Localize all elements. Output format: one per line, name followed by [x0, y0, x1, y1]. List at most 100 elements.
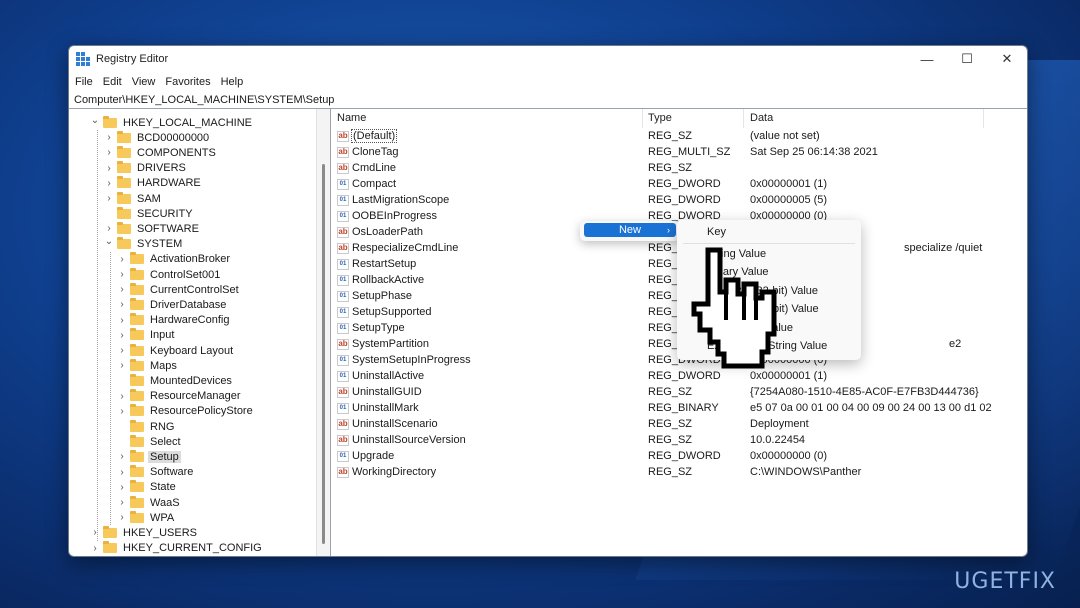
folder-icon — [117, 130, 131, 143]
chevron-right-icon[interactable]: › — [116, 512, 128, 523]
string-value-icon: ab — [337, 162, 349, 174]
chevron-right-icon[interactable]: › — [116, 284, 128, 295]
chevron-right-icon[interactable]: › — [89, 543, 101, 554]
tree-item-wpa[interactable]: › WPA — [116, 510, 176, 525]
tree-item-mounteddevices[interactable]: MountedDevices — [116, 373, 234, 388]
value-data: e5 07 0a 00 01 00 04 00 09 00 24 00 13 0… — [750, 402, 992, 414]
tree-item-drivers[interactable]: › DRIVERS — [103, 161, 188, 176]
chevron-right-icon[interactable]: › — [116, 391, 128, 402]
chevron-right-icon[interactable]: › — [116, 406, 128, 417]
value-row[interactable]: ab CloneTag REG_MULTI_SZ Sat Sep 25 06:14:3… — [331, 144, 1027, 160]
menu-bar: File Edit View Favorites Help — [69, 72, 1027, 92]
chevron-right-icon[interactable]: › — [116, 315, 128, 326]
tree-item-maps[interactable]: › Maps — [116, 358, 179, 373]
column-header-name[interactable]: Name — [331, 109, 643, 128]
tree-item-resourcepolicystore[interactable]: › ResourcePolicyStore — [116, 404, 255, 419]
chevron-down-icon[interactable]: ⌄ — [103, 236, 115, 247]
tree-item-label: Keyboard Layout — [150, 344, 234, 357]
value-row[interactable]: ab UninstallGUID REG_SZ {7254A080-1510-4E85… — [331, 384, 1027, 400]
value-name-cell: ab CmdLine — [331, 162, 643, 174]
chevron-right-icon[interactable]: › — [103, 223, 115, 234]
tree-item-label: WPA — [150, 511, 175, 524]
tree-item-setup[interactable]: › Setup — [116, 449, 181, 464]
tree-item-system[interactable]: ⌄ SYSTEM — [103, 236, 184, 252]
value-row[interactable]: 01 UninstallActive REG_DWORD 0x00000001 (1) — [331, 368, 1027, 384]
tree-item-hkey-current-config[interactable]: › HKEY_CURRENT_CONFIG — [89, 541, 264, 556]
tree-item-select[interactable]: Select — [116, 434, 183, 449]
column-header-type[interactable]: Type — [643, 109, 744, 128]
folder-icon — [130, 404, 144, 417]
string-value-icon: ab — [337, 418, 349, 430]
chevron-right-icon[interactable]: › — [116, 345, 128, 356]
tree-item-software[interactable]: › Software — [116, 465, 195, 480]
chevron-right-icon[interactable]: › — [103, 193, 115, 204]
hand-pointer-cursor-icon — [691, 247, 777, 369]
address-bar[interactable]: Computer\HKEY_LOCAL_MACHINE\SYSTEM\Setup — [69, 92, 1027, 109]
chevron-right-icon[interactable]: › — [116, 497, 128, 508]
minimize-button[interactable]: — — [907, 46, 947, 72]
chevron-right-icon[interactable]: › — [116, 467, 128, 478]
chevron-right-icon[interactable]: › — [116, 330, 128, 341]
chevron-right-icon[interactable]: › — [103, 147, 115, 158]
menu-file[interactable]: File — [75, 76, 99, 88]
tree-scrollbar[interactable] — [316, 109, 330, 556]
chevron-right-icon[interactable]: › — [103, 178, 115, 189]
value-row[interactable]: 01 UninstallMark REG_BINARY e5 07 0a 00 01 … — [331, 400, 1027, 416]
value-row[interactable]: 01 Upgrade REG_DWORD 0x00000000 (0) — [331, 448, 1027, 464]
tree-item-components[interactable]: › COMPONENTS — [103, 145, 218, 160]
value-row[interactable]: 01 LastMigrationScope REG_DWORD 0x00000005 … — [331, 192, 1027, 208]
chevron-down-icon[interactable]: ⌄ — [89, 115, 101, 126]
tree-item-hkey-users[interactable]: › HKEY_USERS — [89, 525, 199, 540]
value-row[interactable]: ab CmdLine REG_SZ — [331, 160, 1027, 176]
chevron-right-icon[interactable]: › — [116, 254, 128, 265]
chevron-right-icon[interactable]: › — [116, 482, 128, 493]
menu-view[interactable]: View — [132, 76, 162, 88]
chevron-right-icon[interactable]: › — [116, 269, 128, 280]
chevron-right-icon[interactable]: › — [116, 451, 128, 462]
value-row[interactable]: 01 Compact REG_DWORD 0x00000001 (1) — [331, 176, 1027, 192]
value-row[interactable]: ab WorkingDirectory REG_SZ C:\WINDOWS\Panth… — [331, 464, 1027, 480]
string-value-icon: ab — [337, 146, 349, 158]
value-row[interactable]: ab UninstallScenario REG_SZ Deployment — [331, 416, 1027, 432]
menu-help[interactable]: Help — [221, 76, 250, 88]
submenu-key[interactable]: Key — [677, 223, 861, 242]
tree-item-waas[interactable]: › WaaS — [116, 495, 182, 510]
tree-item-hardwareconfig[interactable]: › HardwareConfig — [116, 313, 231, 328]
tree-item-bcd00000000[interactable]: › BCD00000000 — [103, 130, 211, 145]
tree-item-rng[interactable]: RNG — [116, 419, 176, 434]
value-name-cell: ab CloneTag — [331, 146, 643, 158]
tree-hklm[interactable]: ⌄ HKEY_LOCAL_MACHINE — [89, 115, 254, 130]
tree-item-security[interactable]: SECURITY — [103, 206, 195, 221]
context-menu-new[interactable]: New › — [584, 223, 676, 237]
menu-favorites[interactable]: Favorites — [165, 76, 216, 88]
tree-item-resourcemanager[interactable]: › ResourceManager — [116, 389, 243, 404]
value-row[interactable]: ab UninstallSourceVersion REG_SZ 10.0.22454 — [331, 432, 1027, 448]
tree-item-activationbroker[interactable]: › ActivationBroker — [116, 252, 232, 267]
chevron-right-icon[interactable]: › — [103, 132, 115, 143]
close-button[interactable]: ✕ — [987, 46, 1027, 72]
tree-item-currentcontrolset[interactable]: › CurrentControlSet — [116, 282, 241, 297]
menu-edit[interactable]: Edit — [103, 76, 128, 88]
value-type: REG_SZ — [648, 434, 693, 446]
tree-item-input[interactable]: › Input — [116, 328, 176, 343]
tree-item-keyboard-layout[interactable]: › Keyboard Layout — [116, 343, 235, 358]
folder-icon — [117, 237, 131, 250]
chevron-right-icon[interactable]: › — [89, 527, 101, 538]
binary-value-icon: 01 — [337, 290, 349, 302]
chevron-right-icon[interactable]: › — [116, 360, 128, 371]
value-row[interactable]: ab (Default) REG_SZ (value not set) — [331, 128, 1027, 144]
tree-item-driverdatabase[interactable]: › DriverDatabase — [116, 297, 228, 312]
chevron-right-icon[interactable]: › — [116, 299, 128, 310]
tree-item-label: RNG — [150, 420, 175, 433]
tree-item-controlset001[interactable]: › ControlSet001 — [116, 267, 222, 282]
column-header-data[interactable]: Data — [744, 109, 984, 128]
tree-item-state[interactable]: › State — [116, 480, 178, 495]
maximize-button[interactable]: ☐ — [947, 46, 987, 72]
tree-item-hardware[interactable]: › HARDWARE — [103, 176, 203, 191]
address-path[interactable]: Computer\HKEY_LOCAL_MACHINE\SYSTEM\Setup — [74, 94, 334, 106]
tree-scrollbar-thumb[interactable] — [322, 164, 325, 544]
tree-item-software[interactable]: › SOFTWARE — [103, 221, 201, 236]
tree-item-sam[interactable]: › SAM — [103, 191, 163, 206]
chevron-right-icon[interactable]: › — [103, 163, 115, 174]
value-name: CmdLine — [352, 162, 397, 174]
